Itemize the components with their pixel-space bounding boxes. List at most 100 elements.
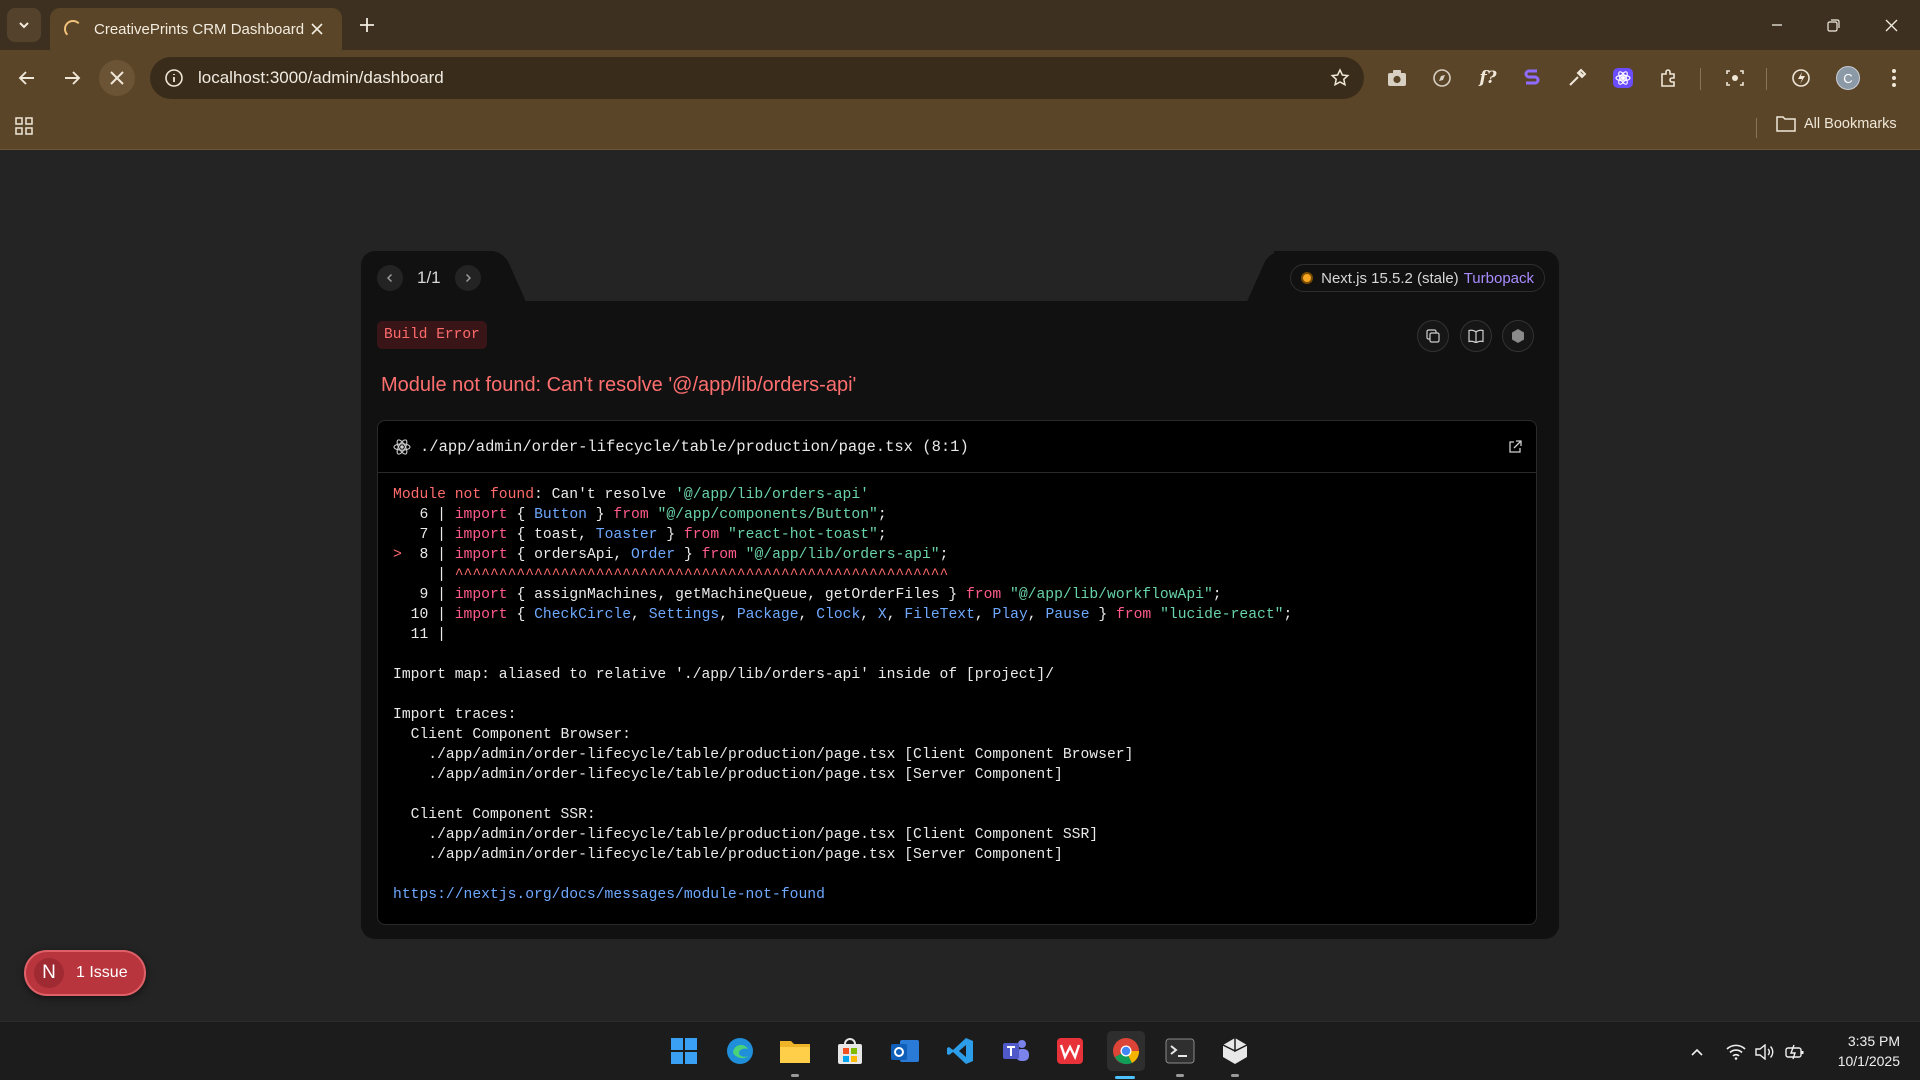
code-line: 7 | import { toast, Toaster } from "reac…: [419, 527, 887, 543]
nodejs-inspector-button[interactable]: [1502, 320, 1534, 352]
import-traces-heading: Import traces:: [393, 707, 517, 723]
copy-icon: [1426, 329, 1440, 343]
file-reference[interactable]: ./app/admin/order-lifecycle/table/produc…: [420, 438, 1508, 456]
eyedropper-extension-icon[interactable]: [1563, 64, 1591, 92]
site-info-icon[interactable]: [164, 68, 184, 88]
minimize-icon: [1771, 19, 1783, 31]
clock-date: 10/1/2025: [1837, 1053, 1900, 1069]
issue-count-label: 1 Issue: [76, 964, 128, 981]
nextjs-issues-button[interactable]: N 1 Issue: [24, 950, 146, 996]
cursor-cube-icon: [1222, 1037, 1248, 1065]
bundler-label: Turbopack: [1463, 269, 1534, 287]
docs-button[interactable]: [1460, 320, 1492, 352]
volume-button[interactable]: [1754, 1042, 1776, 1062]
clock-time: 3:35 PM: [1847, 1033, 1900, 1049]
all-bookmarks-button[interactable]: All Bookmarks: [1776, 115, 1897, 132]
screenshot-extension-icon[interactable]: [1383, 64, 1411, 92]
wifi-icon: [1726, 1044, 1746, 1060]
next-error-button[interactable]: [454, 265, 481, 291]
kebab-menu-icon: [1891, 68, 1897, 88]
copy-error-button[interactable]: [1417, 320, 1449, 352]
loading-spinner-icon: [64, 20, 82, 38]
profile-avatar[interactable]: C: [1834, 64, 1862, 92]
tab-title: CreativePrints CRM Dashboard: [94, 20, 305, 38]
restore-button[interactable]: [1810, 8, 1856, 42]
show-hidden-icons-button[interactable]: [1686, 1042, 1708, 1062]
code-line: 11 |: [410, 627, 446, 643]
new-tab-button[interactable]: [352, 10, 382, 40]
plus-icon: [359, 17, 375, 33]
build-error-badge: Build Error: [377, 321, 487, 349]
windows-taskbar: 3:35 PM 10/1/2025: [0, 1021, 1920, 1080]
wps-office-app[interactable]: [1052, 1033, 1088, 1069]
nextjs-logo-icon: N: [34, 958, 64, 988]
microsoft-store-app[interactable]: [832, 1033, 868, 1069]
code-line: Module not found: Can't resolve '@/app/l…: [393, 487, 869, 503]
code-line: 6 | import { Button } from "@/app/compon…: [419, 507, 887, 523]
previous-error-button[interactable]: [377, 265, 403, 291]
outlook-app[interactable]: [887, 1033, 923, 1069]
start-button[interactable]: [666, 1033, 702, 1069]
bookmarks-bar: All Bookmarks: [0, 106, 1920, 150]
close-icon: [1885, 19, 1898, 32]
minimize-button[interactable]: [1754, 8, 1800, 42]
edge-icon: [725, 1036, 755, 1066]
back-button[interactable]: [9, 60, 45, 96]
close-window-button[interactable]: [1868, 8, 1914, 42]
url-text[interactable]: localhost:3000/admin/dashboard: [198, 68, 1330, 88]
s-extension-icon[interactable]: [1518, 64, 1546, 92]
browser-toolbar: localhost:3000/admin/dashboard f? C: [0, 50, 1920, 106]
vscode-app[interactable]: [942, 1033, 978, 1069]
code-line: 10 | import { CheckCircle, Settings, Pac…: [410, 607, 1293, 623]
star-icon[interactable]: [1330, 68, 1350, 88]
chevron-up-icon: [1690, 1047, 1704, 1057]
tab-search-button[interactable]: [7, 8, 41, 42]
edge-app[interactable]: [722, 1033, 758, 1069]
code-line: ./app/admin/order-lifecycle/table/produc…: [428, 767, 1063, 783]
address-bar[interactable]: localhost:3000/admin/dashboard: [150, 57, 1364, 99]
import-map-line: Import map: aliased to relative './app/l…: [393, 667, 1055, 683]
forward-button[interactable]: [54, 60, 90, 96]
close-tab-button[interactable]: [306, 18, 328, 40]
error-count: 1/1: [417, 268, 441, 287]
system-clock[interactable]: 3:35 PM 10/1/2025: [1822, 1031, 1900, 1071]
cursor-app[interactable]: [1217, 1033, 1253, 1077]
performance-icon[interactable]: [1787, 64, 1815, 92]
chevron-right-icon: [463, 273, 473, 283]
code-line: Client Component SSR:: [410, 807, 596, 823]
stop-loading-button[interactable]: [99, 60, 135, 96]
wps-icon: [1056, 1037, 1084, 1065]
arrow-right-icon: [63, 69, 81, 87]
file-explorer-app[interactable]: [777, 1033, 813, 1077]
browser-tab-active[interactable]: CreativePrints CRM Dashboard: [50, 8, 342, 50]
compass-extension-icon[interactable]: [1428, 64, 1456, 92]
close-icon: [311, 23, 323, 35]
chrome-app[interactable]: [1107, 1031, 1145, 1079]
store-icon: [836, 1037, 864, 1065]
apps-grid-button[interactable]: [14, 116, 34, 136]
function-extension-icon[interactable]: f?: [1474, 64, 1502, 92]
all-bookmarks-label: All Bookmarks: [1804, 115, 1897, 132]
docs-link[interactable]: https://nextjs.org/docs/messages/module-…: [393, 887, 825, 903]
external-link-icon[interactable]: [1508, 439, 1522, 454]
code-line: ./app/admin/order-lifecycle/table/produc…: [428, 847, 1063, 863]
nextjs-version-badge[interactable]: Next.js 15.5.2 (stale) Turbopack: [1290, 264, 1545, 292]
wifi-button[interactable]: [1725, 1042, 1747, 1062]
screen-capture-icon[interactable]: [1721, 64, 1749, 92]
terminal-app[interactable]: [1162, 1033, 1198, 1077]
error-pager: 1/1: [377, 265, 481, 291]
browser-menu-button[interactable]: [1880, 64, 1908, 92]
teams-app[interactable]: [997, 1033, 1033, 1069]
battery-button[interactable]: [1784, 1042, 1806, 1062]
react-devtools-extension-icon[interactable]: [1609, 64, 1637, 92]
close-icon: [110, 71, 124, 85]
extensions-puzzle-icon[interactable]: [1655, 64, 1683, 92]
chrome-icon: [1112, 1037, 1140, 1065]
windows-logo-icon: [670, 1037, 698, 1065]
code-line: ./app/admin/order-lifecycle/table/produc…: [428, 827, 1099, 843]
restore-icon: [1826, 18, 1840, 32]
chevron-left-icon: [385, 273, 395, 283]
